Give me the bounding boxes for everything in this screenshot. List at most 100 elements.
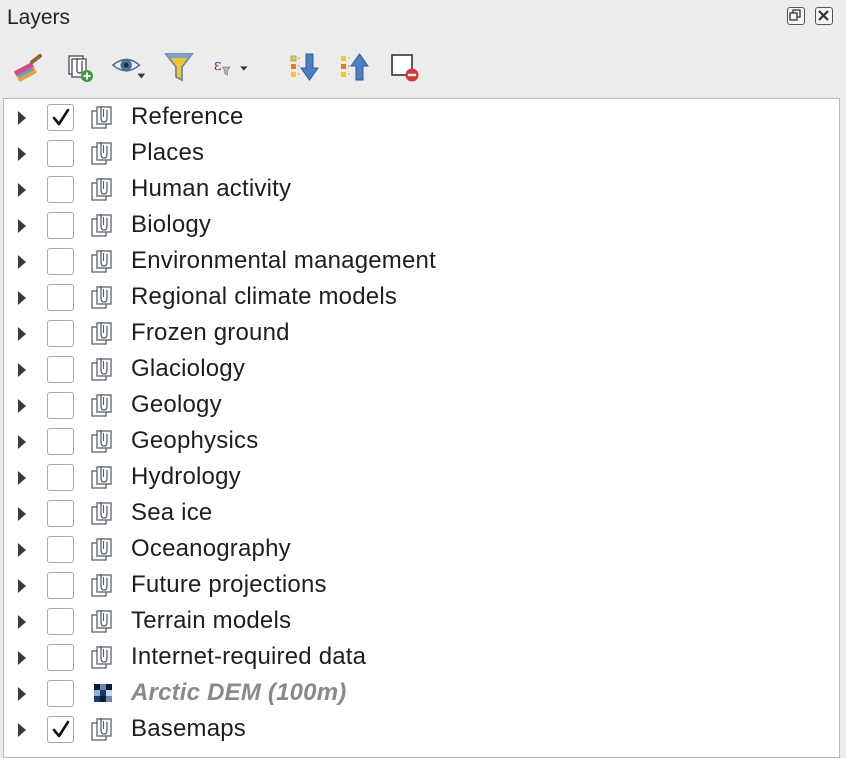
layer-visibility-checkbox[interactable]	[47, 140, 74, 167]
layer-visibility-checkbox[interactable]	[47, 320, 74, 347]
layer-label[interactable]: Oceanography	[131, 535, 291, 563]
layer-row[interactable]: Internet-required data	[4, 640, 839, 676]
panel-titlebar: Layers	[0, 0, 846, 36]
manage-visibility-button[interactable]	[110, 48, 148, 86]
layer-row[interactable]: Geophysics	[4, 424, 839, 460]
expand-arrow-icon[interactable]	[18, 219, 26, 233]
style-manager-button[interactable]	[10, 48, 48, 86]
layer-visibility-checkbox[interactable]	[47, 212, 74, 239]
expand-arrow-icon[interactable]	[18, 327, 26, 341]
layer-group-icon	[88, 104, 122, 137]
layer-group-icon	[88, 248, 122, 281]
layer-row[interactable]: Reference	[4, 100, 839, 136]
layer-label[interactable]: Sea ice	[131, 499, 212, 527]
expand-arrow-icon[interactable]	[18, 183, 26, 197]
layer-group-icon	[88, 536, 122, 569]
add-group-icon	[68, 55, 93, 82]
close-button[interactable]	[815, 7, 833, 25]
paintbrush-icon	[13, 53, 42, 82]
layer-row[interactable]: Arctic DEM (100m)	[4, 676, 839, 712]
layer-visibility-checkbox[interactable]	[47, 608, 74, 635]
layer-visibility-checkbox[interactable]	[47, 644, 74, 671]
expand-all-button[interactable]	[285, 48, 323, 86]
layer-visibility-checkbox[interactable]	[47, 572, 74, 599]
layer-row[interactable]: Basemaps	[4, 712, 839, 748]
layer-label[interactable]: Glaciology	[131, 355, 245, 383]
layer-row[interactable]: Future projections	[4, 568, 839, 604]
layer-visibility-checkbox[interactable]	[47, 464, 74, 491]
layer-group-icon	[88, 284, 122, 317]
layer-visibility-checkbox[interactable]	[47, 716, 74, 743]
expand-arrow-icon[interactable]	[18, 147, 26, 161]
expand-arrow-icon[interactable]	[18, 579, 26, 593]
layer-row[interactable]: Human activity	[4, 172, 839, 208]
expand-arrow-icon[interactable]	[18, 471, 26, 485]
remove-layer-button[interactable]	[385, 48, 423, 86]
layer-group-icon	[88, 428, 122, 461]
close-icon	[818, 10, 829, 21]
layer-label[interactable]: Environmental management	[131, 247, 436, 275]
filter-legend-button[interactable]	[160, 48, 198, 86]
layer-label[interactable]: Biology	[131, 211, 211, 239]
layer-row[interactable]: Hydrology	[4, 460, 839, 496]
collapse-all-button[interactable]	[335, 48, 373, 86]
float-button[interactable]	[787, 7, 805, 25]
layer-visibility-checkbox[interactable]	[47, 284, 74, 311]
layer-label[interactable]: Reference	[131, 103, 244, 131]
expand-arrow-icon[interactable]	[18, 651, 26, 665]
layer-label[interactable]: Frozen ground	[131, 319, 290, 347]
expand-arrow-icon[interactable]	[18, 435, 26, 449]
layer-row[interactable]: Environmental management	[4, 244, 839, 280]
layer-label[interactable]: Places	[131, 139, 204, 167]
layer-tree[interactable]: Reference Places Human activity Biology …	[3, 98, 840, 758]
layer-row[interactable]: Sea ice	[4, 496, 839, 532]
layer-visibility-checkbox[interactable]	[47, 392, 74, 419]
layer-visibility-checkbox[interactable]	[47, 104, 74, 131]
layer-label[interactable]: Terrain models	[131, 607, 291, 635]
svg-text:ε: ε	[214, 57, 222, 74]
expand-arrow-icon[interactable]	[18, 687, 26, 701]
layer-label[interactable]: Geophysics	[131, 427, 258, 455]
layer-label[interactable]: Future projections	[131, 571, 327, 599]
layer-row[interactable]: Places	[4, 136, 839, 172]
checkmark-icon	[52, 720, 70, 738]
layer-visibility-checkbox[interactable]	[47, 176, 74, 203]
expand-arrow-icon[interactable]	[18, 291, 26, 305]
layer-visibility-checkbox[interactable]	[47, 500, 74, 527]
layer-group-icon	[88, 176, 122, 209]
layer-row[interactable]: Terrain models	[4, 604, 839, 640]
expand-arrow-icon[interactable]	[18, 543, 26, 557]
layer-row[interactable]: Regional climate models	[4, 280, 839, 316]
layer-visibility-checkbox[interactable]	[47, 356, 74, 383]
layer-row[interactable]: Biology	[4, 208, 839, 244]
expand-arrow-icon[interactable]	[18, 399, 26, 413]
expand-arrow-icon[interactable]	[18, 723, 26, 737]
layer-visibility-checkbox[interactable]	[47, 428, 74, 455]
layer-label[interactable]: Hydrology	[131, 463, 241, 491]
layer-row[interactable]: Glaciology	[4, 352, 839, 388]
filter-by-expression-button[interactable]: ε	[212, 48, 250, 86]
expand-arrow-icon[interactable]	[18, 255, 26, 269]
layer-label[interactable]: Internet-required data	[131, 643, 366, 671]
layer-label[interactable]: Arctic DEM (100m)	[131, 679, 346, 707]
layer-row[interactable]: Oceanography	[4, 532, 839, 568]
layer-visibility-checkbox[interactable]	[47, 248, 74, 275]
layer-group-icon	[88, 464, 122, 497]
layer-visibility-checkbox[interactable]	[47, 680, 74, 707]
expand-arrow-icon[interactable]	[18, 363, 26, 377]
layer-group-icon	[88, 644, 122, 677]
layer-visibility-checkbox[interactable]	[47, 536, 74, 563]
layer-label[interactable]: Regional climate models	[131, 283, 397, 311]
raster-layer-icon	[88, 680, 116, 713]
expand-arrow-icon[interactable]	[18, 111, 26, 125]
funnel-icon	[164, 53, 194, 82]
expand-arrow-icon[interactable]	[18, 507, 26, 521]
layer-group-icon	[88, 572, 122, 605]
layer-label[interactable]: Human activity	[131, 175, 291, 203]
expand-arrow-icon[interactable]	[18, 615, 26, 629]
layer-label[interactable]: Basemaps	[131, 715, 246, 743]
layer-row[interactable]: Geology	[4, 388, 839, 424]
layer-label[interactable]: Geology	[131, 391, 222, 419]
add-group-button[interactable]	[60, 48, 98, 86]
layer-row[interactable]: Frozen ground	[4, 316, 839, 352]
